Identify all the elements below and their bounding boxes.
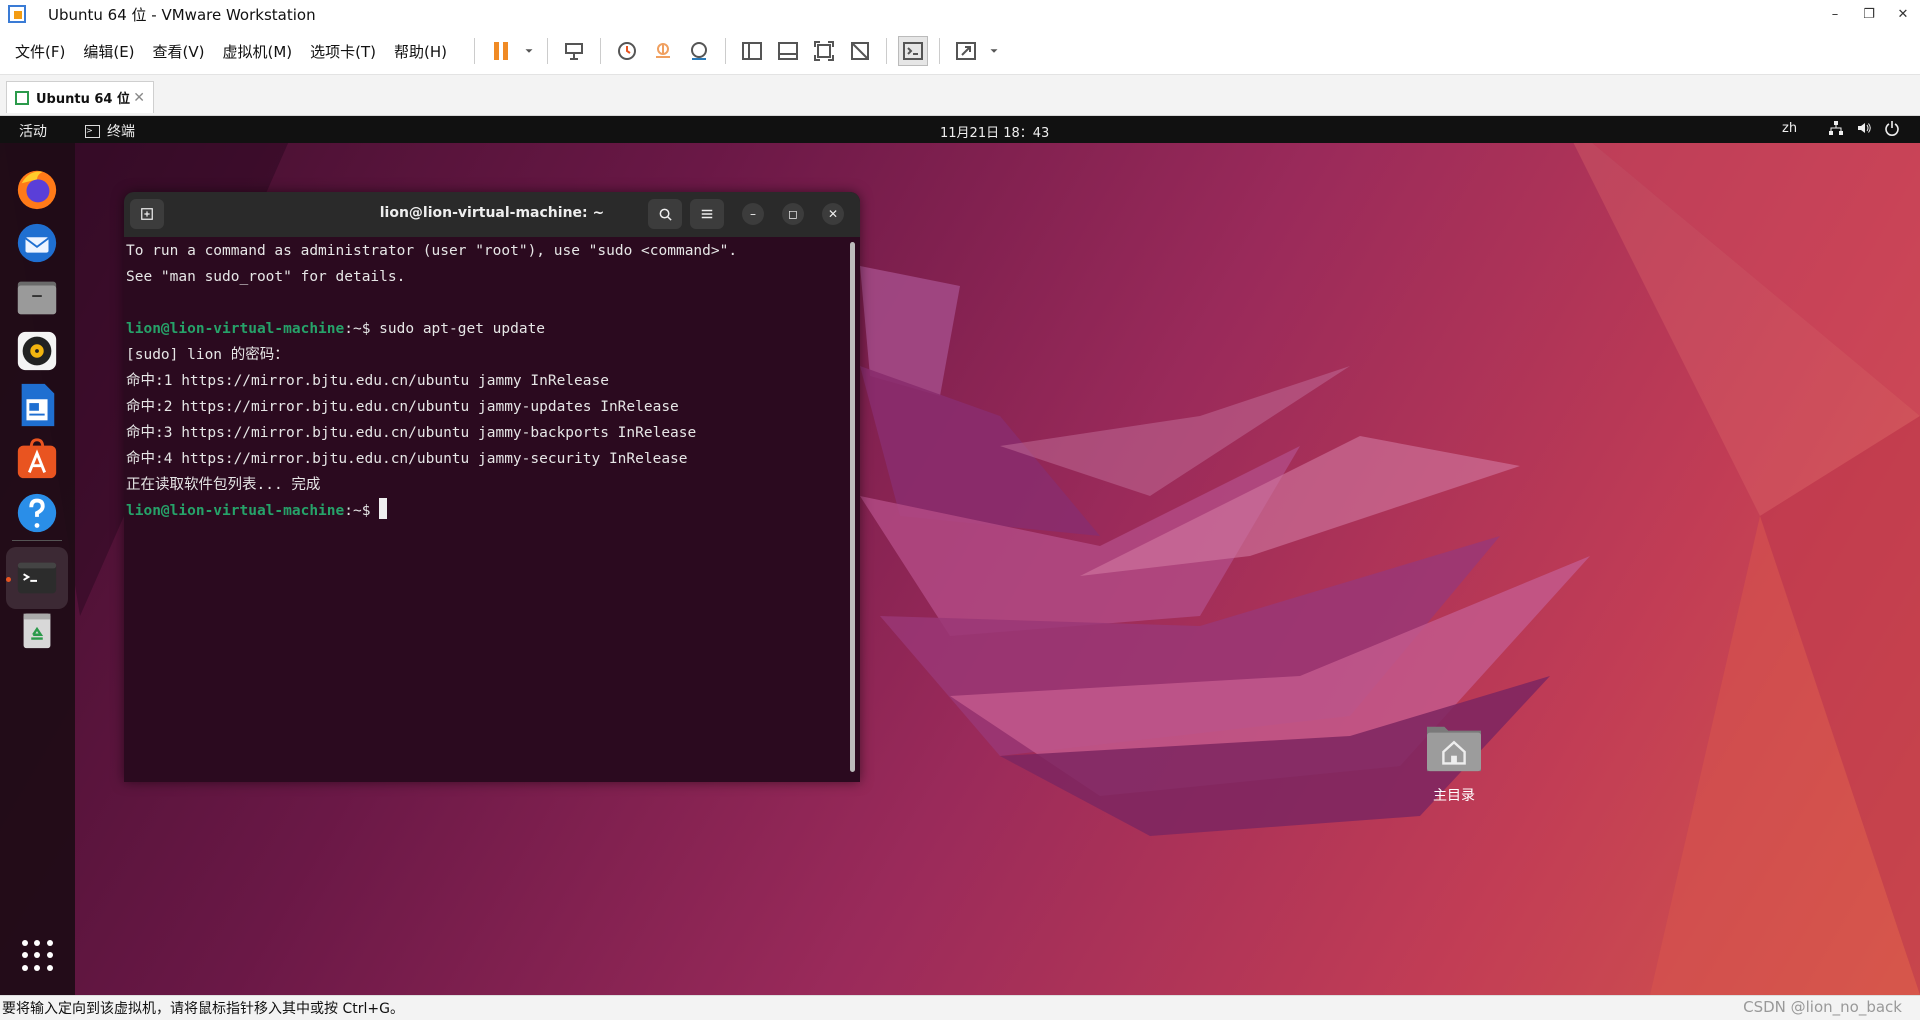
terminal-line: 命中:3 https://mirror.bjtu.edu.cn/ubuntu j… [126,425,697,441]
terminal-scrollbar[interactable] [850,242,855,772]
gnome-topbar: 活动 > 终端 11月21日 18：43 zh [0,116,1920,143]
sidebar-view-icon[interactable] [737,36,767,66]
prompt-suffix: :~$ [344,503,380,519]
terminal-line: See "man sudo_root" for details. [126,269,406,285]
watermark: CSDN @lion_no_back [1743,998,1902,1016]
snapshot-icon[interactable] [612,36,642,66]
thunderbird-icon[interactable] [13,219,61,267]
app-menu-label: 终端 [107,124,135,140]
terminal-line: 正在读取软件包列表... 完成 [126,477,321,493]
trash-icon[interactable] [13,605,61,653]
desktop-home-folder[interactable]: 主目录 [1424,721,1484,805]
app-center-icon[interactable] [13,435,61,483]
terminal-line: 命中:1 https://mirror.bjtu.edu.cn/ubuntu j… [126,373,609,389]
power-icon [1885,121,1899,136]
pause-icon[interactable] [486,36,516,66]
terminal-line: 命中:2 https://mirror.bjtu.edu.cn/ubuntu j… [126,399,679,415]
revert-snapshot-icon[interactable] [648,36,678,66]
libreoffice-writer-icon[interactable] [13,381,61,429]
menu-view[interactable]: 查看(V) [144,41,214,62]
vm-display[interactable]: 活动 > 终端 11月21日 18：43 zh lion@lion-virtua… [0,116,1920,995]
volume-icon [1858,123,1871,133]
terminal-line: To run a command as administrator (user … [126,243,738,259]
minimize-button[interactable]: – [1818,0,1852,28]
terminal-output[interactable]: To run a command as administrator (user … [126,238,846,524]
menu-edit[interactable]: 编辑(E) [74,41,143,62]
search-icon[interactable] [648,199,682,229]
terminal-line: 命中:4 https://mirror.bjtu.edu.cn/ubuntu j… [126,451,688,467]
terminal-minimize-button[interactable]: – [742,203,764,225]
window-titlebar: Ubuntu 64 位 - VMware Workstation – ❐ ✕ [0,0,1920,28]
terminal-maximize-button[interactable]: ◻ [782,203,804,225]
terminal-close-button[interactable]: ✕ [822,203,844,225]
prompt-user: lion@lion-virtual-machine [126,503,345,519]
menubar: 文件(F) 编辑(E) 查看(V) 虚拟机(M) 选项卡(T) 帮助(H) [0,28,1920,75]
vm-icon [15,90,29,105]
command-line: lion@lion-virtual-machine:~$ sudo apt-ge… [126,316,846,342]
tab-label: Ubuntu 64 位 [36,92,130,107]
files-icon[interactable] [13,273,61,321]
hamburger-menu-icon[interactable] [690,199,724,229]
terminal-line: [sudo] lion 的密码： [126,347,289,363]
menu-vm[interactable]: 虚拟机(M) [214,41,302,62]
menu-help[interactable]: 帮助(H) [385,41,456,62]
terminal-window[interactable]: lion@lion-virtual-machine: ~ – ◻ ✕ To ru… [124,192,860,782]
stretch-dropdown-icon[interactable] [987,36,1001,66]
menu-tabs[interactable]: 选项卡(T) [301,41,385,62]
home-folder-icon [1427,726,1481,772]
terminal-headerbar: lion@lion-virtual-machine: ~ – ◻ ✕ [124,192,860,237]
close-window-button[interactable]: ✕ [1886,0,1920,28]
status-bar: 要将输入定向到该虚拟机，请将鼠标指针移入其中或按 Ctrl+G。 CSDN @l… [0,995,1920,1020]
rhythmbox-icon[interactable] [13,327,61,375]
input-language[interactable]: zh [1782,121,1797,136]
activities-button[interactable]: 活动 [19,121,47,141]
fullscreen-icon[interactable] [809,36,839,66]
snapshot-manager-icon[interactable] [684,36,714,66]
app-menu[interactable]: > 终端 [85,121,135,141]
menu-file[interactable]: 文件(F) [6,41,74,62]
console-view-icon[interactable] [898,36,929,66]
thumbnail-view-icon[interactable] [773,36,803,66]
send-ctrl-alt-del-icon[interactable] [559,36,589,66]
window-title: Ubuntu 64 位 - VMware Workstation [48,5,316,24]
status-message: 要将输入定向到该虚拟机，请将鼠标指针移入其中或按 Ctrl+G。 [2,1001,404,1017]
power-dropdown-icon[interactable] [522,36,536,66]
command-text: sudo apt-get update [379,321,546,337]
terminal-small-icon: > [85,124,100,138]
firefox-icon[interactable] [13,165,61,213]
home-folder-label: 主目录 [1433,788,1475,804]
system-tray[interactable] [1828,120,1900,136]
terminal-icon[interactable] [6,547,68,609]
current-prompt-line: lion@lion-virtual-machine:~$ [126,498,846,524]
close-tab-icon[interactable]: ✕ [133,90,145,106]
restore-button[interactable]: ❐ [1852,0,1886,28]
help-icon[interactable] [13,489,61,537]
ubuntu-dock [0,143,75,995]
unity-mode-icon[interactable] [845,36,875,66]
tab-bar: Ubuntu 64 位 ✕ [0,75,1920,116]
network-icon [1829,121,1843,135]
toolbar [466,36,1004,66]
text-cursor [379,498,388,519]
running-indicator [6,577,11,582]
tab-ubuntu[interactable]: Ubuntu 64 位 ✕ [6,81,154,113]
clock[interactable]: 11月21日 18：43 [940,122,1049,141]
stretch-guest-icon[interactable] [951,36,981,66]
show-applications-icon[interactable] [22,940,54,972]
prompt-suffix: :~$ [344,321,380,337]
prompt-user: lion@lion-virtual-machine [126,321,345,337]
vmware-logo-icon [8,5,26,23]
